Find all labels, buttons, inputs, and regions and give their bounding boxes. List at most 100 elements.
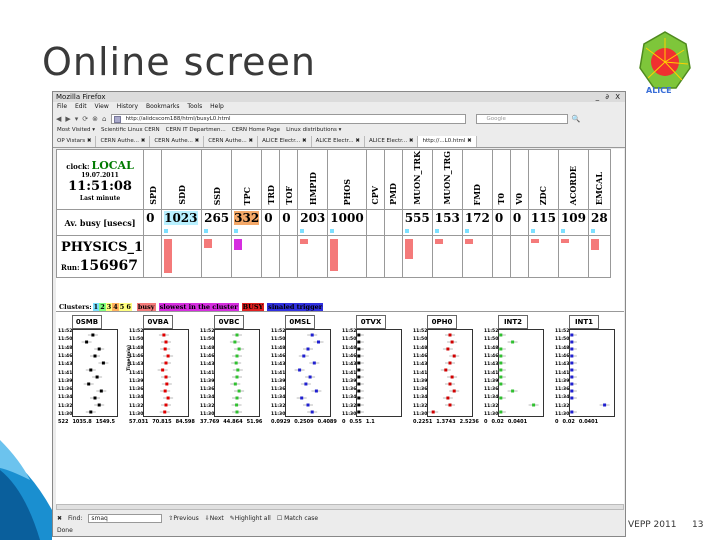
y-tick-label: 11:50 (413, 337, 428, 343)
menu-view[interactable]: View (95, 103, 109, 110)
tab-close-icon[interactable]: ✖ (407, 138, 414, 144)
y-tick-label: 11:39 (484, 378, 499, 384)
y-tick-label: 11:30 (555, 412, 570, 417)
data-point (452, 354, 456, 358)
y-tick-label: 11:39 (555, 378, 570, 384)
tab-close-icon[interactable]: ✖ (139, 138, 146, 144)
busy-value-cell: 0 (143, 209, 163, 236)
browser-tab[interactable]: CERN Authe... ✖ (96, 136, 151, 147)
browser-tab[interactable]: http://...L0.html ✖ (418, 136, 477, 147)
stop-icon[interactable]: ⊗ (92, 115, 98, 123)
busy-value-cell (383, 209, 403, 236)
data-point (235, 375, 239, 379)
y-tick-label: 11:34 (200, 395, 215, 401)
x-tick-label: 1035.8 (72, 419, 92, 425)
tab-close-icon[interactable]: ✖ (354, 138, 360, 144)
plot-title: INT2 (498, 315, 528, 329)
browser-tab[interactable]: ALICE Electr... ✖ (258, 136, 312, 147)
horizontal-scrollbar[interactable] (56, 504, 624, 510)
menu-edit[interactable]: Edit (75, 103, 87, 110)
data-point (304, 382, 308, 386)
search-input[interactable]: Google (475, 113, 568, 124)
detector-header: MUON_TRK (401, 149, 433, 210)
clock-mode: LOCAL (91, 158, 134, 172)
y-tick-label: 11:30 (58, 412, 73, 417)
busy-level-cell (509, 235, 529, 278)
data-point (570, 396, 574, 400)
data-point (163, 389, 167, 393)
bookmark-item[interactable]: Scientific Linux CERN (101, 125, 160, 136)
busy-value: 0 (494, 211, 504, 225)
bookmark-item[interactable]: CERN IT Departmen... (166, 125, 226, 136)
tab-close-icon[interactable]: ✖ (193, 138, 200, 144)
y-tick-label: 11:39 (58, 378, 73, 384)
data-point (499, 347, 503, 351)
bookmark-item[interactable]: Linux distributions ▾ (286, 125, 341, 136)
y-tick-label: 11:34 (342, 395, 357, 401)
data-point (499, 354, 503, 358)
busy-level-cell (527, 235, 559, 278)
home-icon[interactable]: ⌂ (102, 115, 106, 123)
logo-text: ALICE (646, 86, 672, 95)
y-tick-label: 11:34 (484, 395, 499, 401)
dropdown-icon[interactable]: ▾ (75, 115, 79, 123)
y-tick-label: 11:30 (413, 412, 428, 417)
data-point (89, 368, 93, 372)
url-bar[interactable]: http://alidcscom188/html/busyL0.html (110, 113, 466, 124)
favicon-icon (113, 115, 121, 123)
highlight-all-button[interactable]: ✎Highlight all (230, 512, 271, 525)
menu-history[interactable]: History (117, 103, 138, 110)
time-value: 11:51:08 (68, 179, 132, 195)
browser-tab[interactable]: ALICE Electr... ✖ (365, 136, 419, 147)
y-tick-label: 11:50 (342, 337, 357, 343)
x-tick-label: 1.1 (365, 419, 375, 425)
data-point (164, 340, 168, 344)
window-controls[interactable]: _ ∂ X (596, 92, 622, 102)
menu-file[interactable]: File (57, 103, 67, 110)
y-tick-label: 11:52 (129, 329, 144, 334)
busy-level-bar (530, 239, 539, 243)
browser-tab[interactable]: CERN Authe... ✖ (204, 136, 259, 147)
slide-title: Online screen (42, 40, 316, 84)
browser-tab[interactable]: CERN Authe... ✖ (150, 136, 205, 147)
forward-icon[interactable]: ▶ (65, 115, 70, 123)
menu-tools[interactable]: Tools (187, 103, 202, 110)
data-point (235, 410, 239, 414)
tab-close-icon[interactable]: ✖ (85, 138, 92, 144)
y-tick-label: 11:41 (129, 370, 144, 376)
close-find-icon[interactable]: ✖ (57, 512, 62, 525)
data-point (532, 403, 536, 407)
y-tick-label: 11:36 (129, 387, 144, 393)
detector-name: SDD (176, 185, 187, 205)
tab-label: CERN Authe... (100, 138, 139, 144)
y-tick-label: 11:30 (129, 412, 144, 417)
data-point (603, 403, 607, 407)
y-tick-label: 11:32 (413, 403, 428, 409)
busy-value-cell: 0 (491, 209, 511, 236)
reload-icon[interactable]: ⟳ (82, 115, 88, 123)
bookmark-item[interactable]: CERN Home Page (232, 125, 280, 136)
menu-bookmarks[interactable]: Bookmarks (146, 103, 180, 110)
tab-close-icon[interactable]: ✖ (300, 138, 307, 144)
menu-help[interactable]: Help (210, 103, 224, 110)
data-point (570, 354, 574, 358)
search-icon[interactable]: 🔍 (572, 115, 581, 123)
y-tick-label: 11:50 (484, 337, 499, 343)
find-next-button[interactable]: ⇩Next (205, 512, 224, 525)
data-point (317, 340, 320, 344)
x-tick-labels: 37.769 44.864 51.96 (200, 419, 272, 425)
match-case-checkbox[interactable]: ☐ Match case (277, 512, 318, 525)
bookmark-item[interactable]: Most Visited ▾ (57, 125, 95, 136)
browser-tab[interactable]: OP Vistars ✖ (53, 136, 97, 147)
find-input[interactable]: smaq (88, 514, 163, 523)
plot-markers (356, 333, 364, 414)
x-tick-labels: 0 0.55 1.1 (342, 419, 414, 425)
back-icon[interactable]: ◀ (56, 115, 61, 123)
data-point (298, 368, 302, 372)
x-tick-label: 57.031 (129, 419, 149, 425)
tab-close-icon[interactable]: ✖ (465, 138, 472, 144)
tab-close-icon[interactable]: ✖ (247, 138, 254, 144)
y-tick-label: 11:48 (342, 345, 357, 351)
find-previous-button[interactable]: ⇧Previous (168, 512, 198, 525)
browser-tab[interactable]: ALICE Electr... ✖ (312, 136, 366, 147)
